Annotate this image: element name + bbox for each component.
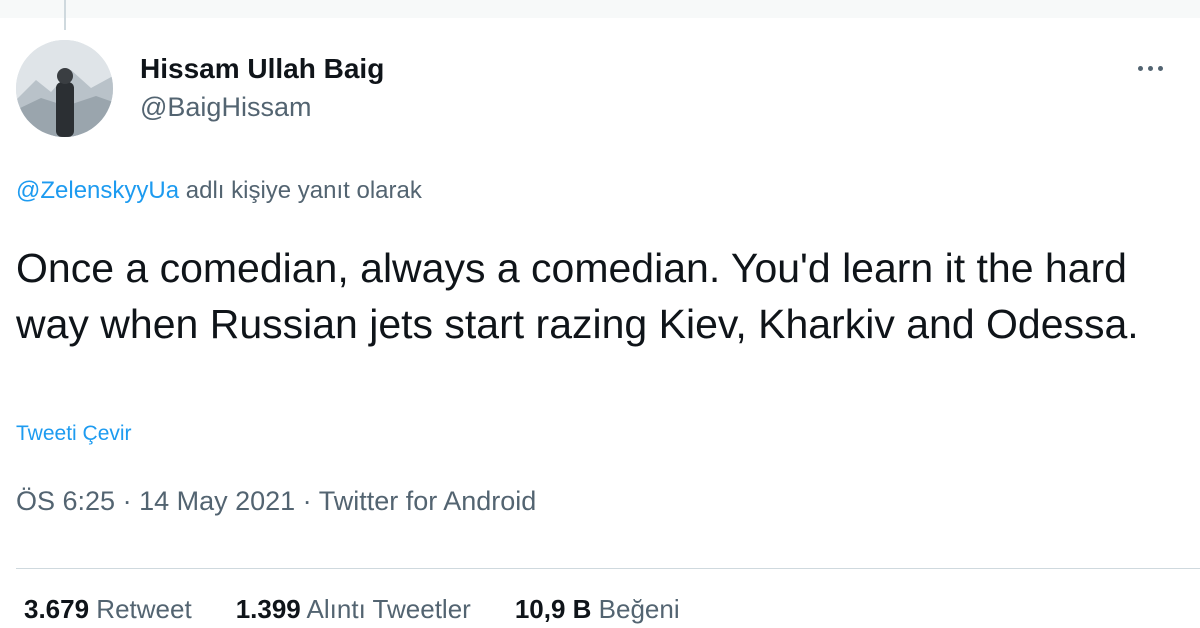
author-display-name[interactable]: Hissam Ullah Baig xyxy=(140,52,384,86)
translate-tweet-link[interactable]: Tweeti Çevir xyxy=(16,420,132,448)
retweet-count-link[interactable]: 3.679 Retweet xyxy=(24,593,192,625)
reply-context: @ZelenskyyUa adlı kişiye yanıt olarak xyxy=(16,176,422,206)
like-label: Beğeni xyxy=(591,594,680,624)
engagement-stats: 3.679 Retweet 1.399 Alıntı Tweetler 10,9… xyxy=(24,593,680,625)
meta-separator: · xyxy=(295,486,319,516)
more-options-button[interactable] xyxy=(1130,56,1170,80)
previous-tweet-edge xyxy=(0,0,1200,18)
meta-separator: · xyxy=(115,486,140,516)
profile-photo-icon xyxy=(16,40,113,137)
tweet-time[interactable]: ÖS 6:25 xyxy=(16,486,115,516)
tweet-text: Once a comedian, always a comedian. You'… xyxy=(16,245,1139,347)
quote-count-link[interactable]: 1.399 Alıntı Tweetler xyxy=(236,593,471,625)
reply-context-label: adlı kişiye yanıt olarak xyxy=(179,177,422,204)
quote-label: Alıntı Tweetler xyxy=(300,594,471,624)
more-horizontal-icon-dot xyxy=(1157,65,1163,71)
quote-count: 1.399 xyxy=(235,594,301,624)
thread-connector-line xyxy=(64,0,66,30)
tweet-metadata: ÖS 6:25 · 14 May 2021 · Twitter for Andr… xyxy=(16,484,536,518)
tweet-date[interactable]: 14 May 2021 xyxy=(139,486,295,516)
more-horizontal-icon-dot xyxy=(1147,65,1153,71)
divider xyxy=(16,568,1200,569)
like-count-link[interactable]: 10,9 B Beğeni xyxy=(515,593,680,625)
like-count: 10,9 B xyxy=(514,594,592,624)
retweet-label: Retweet xyxy=(89,594,192,624)
author-info: Hissam Ullah Baig @BaigHissam xyxy=(140,52,384,124)
author-handle[interactable]: @BaigHissam xyxy=(140,90,384,124)
avatar[interactable] xyxy=(16,40,113,137)
tweet-source[interactable]: Twitter for Android xyxy=(319,486,537,516)
retweet-count: 3.679 xyxy=(24,594,90,624)
more-horizontal-icon xyxy=(1137,65,1143,71)
reply-mention-link[interactable]: @ZelenskyyUa xyxy=(16,177,179,204)
